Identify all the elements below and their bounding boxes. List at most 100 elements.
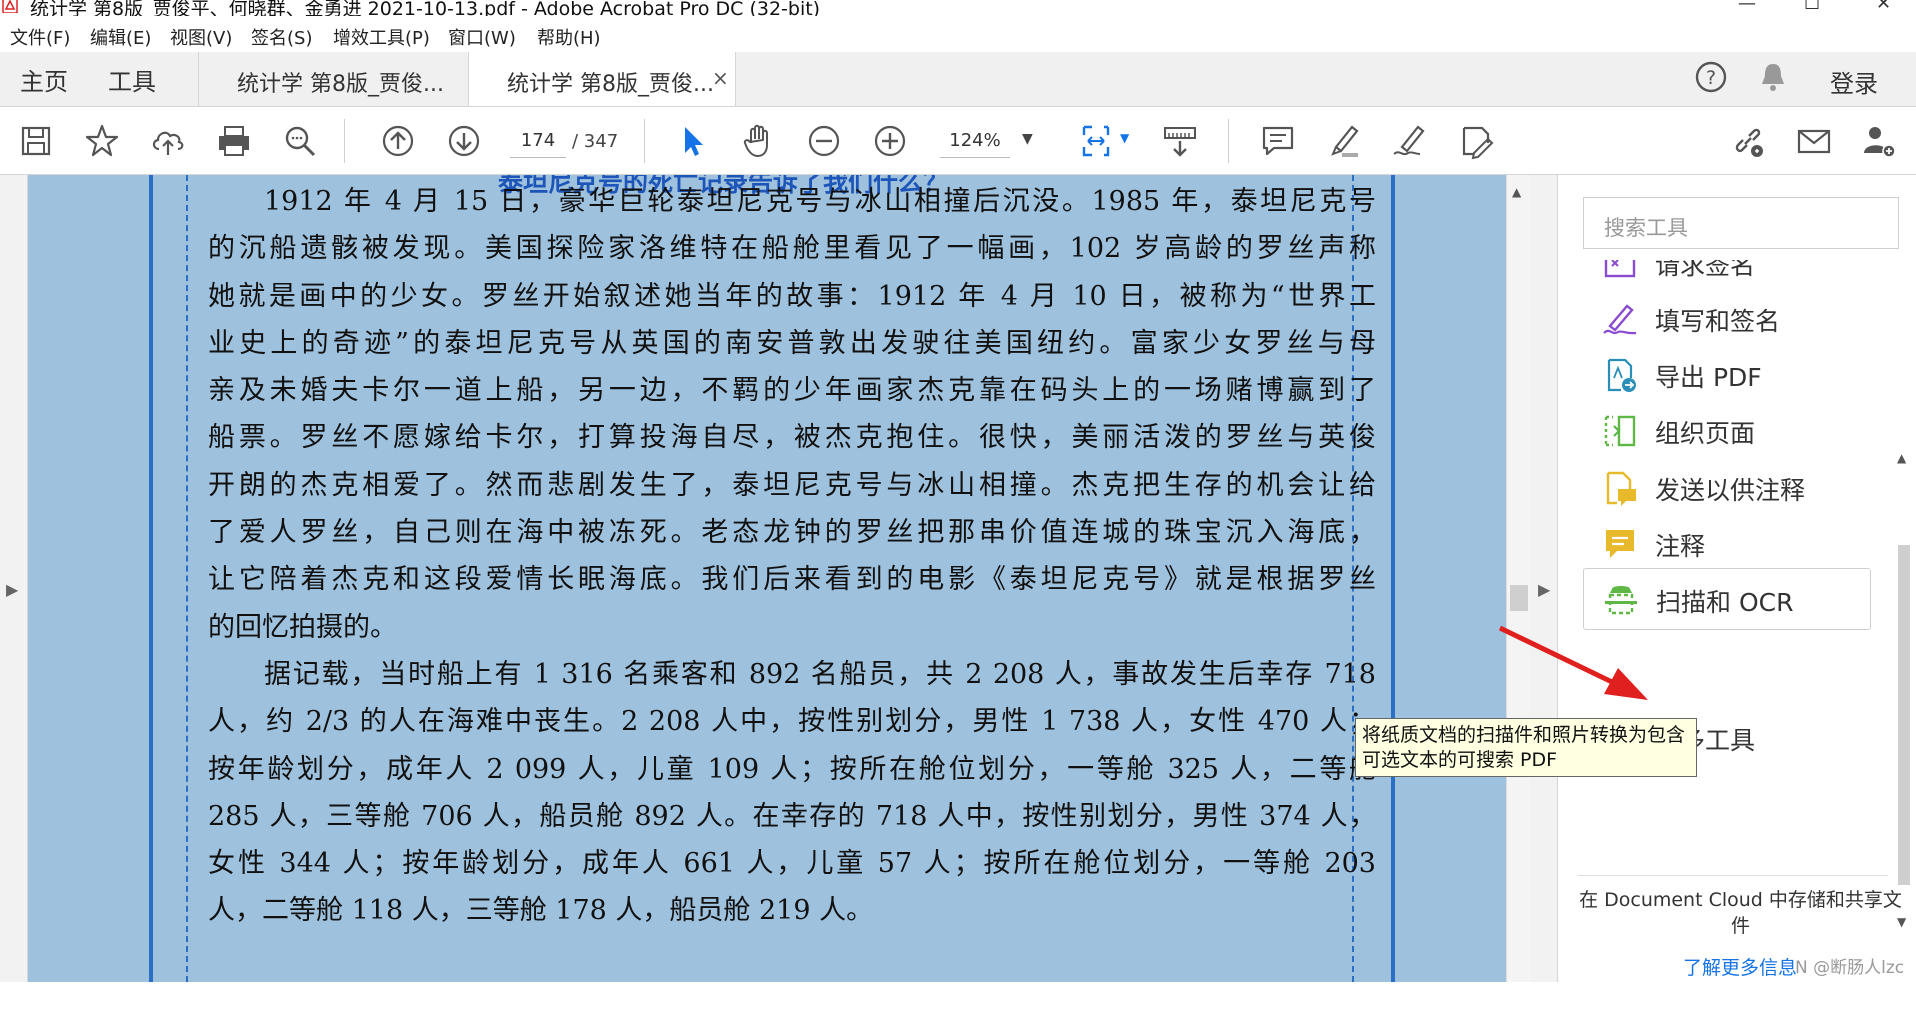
previous-page-icon[interactable] [378, 121, 418, 161]
comment-tool-icon[interactable] [1258, 121, 1298, 161]
tool-export-pdf[interactable]: 导出 PDF [1583, 344, 1873, 406]
page-border-right [1391, 175, 1395, 982]
fit-page-icon[interactable] [1078, 121, 1118, 161]
pane-divider [1578, 875, 1888, 876]
help-icon[interactable]: ? [1694, 60, 1728, 94]
document-scrollbar[interactable]: ▲ [1506, 175, 1530, 982]
tool-organize-pages[interactable]: 组织页面 [1583, 400, 1873, 462]
organize-pages-icon [1604, 415, 1636, 447]
watermark: N @断肠人lzc [1795, 958, 1905, 978]
fill-sign-tool-icon[interactable] [1456, 121, 1496, 161]
tab-document-2-label: 统计学 第8版_贾俊... [507, 72, 714, 97]
menu-window[interactable]: 窗口(W) [448, 24, 516, 50]
menu-help[interactable]: 帮助(H) [537, 24, 601, 50]
tools-scrollbar-thumb[interactable] [1898, 545, 1910, 885]
tooltip-line: 将纸质文档的扫描件和照片转换为包含 [1362, 724, 1686, 746]
request-signature-icon [1604, 260, 1636, 278]
scrollbar-thumb[interactable] [1510, 585, 1528, 611]
login-button[interactable]: 登录 [1830, 64, 1878, 99]
fill-sign-icon [1603, 304, 1637, 335]
search-tools-input[interactable]: 搜索工具 [1583, 197, 1899, 249]
draw-freehand-icon[interactable] [1390, 121, 1430, 161]
tab-tools[interactable]: 工具 [108, 62, 156, 97]
close-window-button[interactable]: ✕ [1876, 0, 1891, 14]
right-panel-toggle[interactable]: ▶ [1530, 175, 1558, 982]
text-line: 了爱人罗丝，自己则在海中被冻死。老态龙钟的罗丝把那串价值连城的珠宝沉入海底， [208, 517, 1376, 549]
text-line: 人，二等舱 118 人，三等舱 178 人，船员舱 219 人。 [208, 895, 874, 927]
menu-view[interactable]: 视图(V) [170, 24, 232, 50]
tab-home[interactable]: 主页 [20, 62, 68, 97]
print-icon[interactable] [214, 121, 254, 161]
menu-edit[interactable]: 编辑(E) [90, 24, 151, 50]
text-line: 285 人，三等舱 706 人，船员舱 892 人。在幸存的 718 人中，按性… [208, 800, 1376, 832]
fit-dropdown-icon[interactable]: ▼ [1120, 131, 1129, 145]
page-number-input[interactable]: 174 [510, 125, 566, 158]
tab-close-icon[interactable]: × [712, 66, 729, 90]
comment-icon [1606, 530, 1634, 558]
text-line: 她就是画中的少女。罗丝开始叙述她当年的故事：1912 年 4 月 10 日，被称… [208, 280, 1376, 312]
bell-icon[interactable] [1758, 60, 1788, 94]
page-total: / 347 [572, 131, 619, 152]
text-line: 按年龄划分，成年人 2 099 人，儿童 109 人；按所在舱位划分，一等舱 3… [208, 753, 1376, 785]
tool-label: 扫描和 OCR [1656, 588, 1794, 617]
page-border-left [149, 175, 153, 982]
text-line: 亲及未婚夫卡尔一道上船，另一边，不羁的少年画家杰克靠在码头上的一场赌博赢到了 [208, 375, 1376, 407]
tab-bar: 主页 工具 统计学 第8版_贾俊... 统计学 第8版_贾俊... × ? 登录 [0, 52, 1916, 107]
text-line: 的沉船遗骸被发现。美国探险家洛维特在船舱里看见了一幅画，102 岁高龄的罗丝声称 [208, 233, 1376, 265]
acrobat-pdf-icon [2, 0, 18, 13]
email-icon[interactable] [1794, 121, 1834, 161]
document-view[interactable]: 泰坦尼克号的死亡记录告诉了我们什么？ 1912 年 4 月 15 日，豪华巨轮泰… [28, 175, 1506, 982]
scroll-up-icon[interactable]: ▲ [1512, 185, 1521, 199]
tab-document-1-label: 统计学 第8版_贾俊... [237, 72, 444, 97]
text-line: 船票。罗丝不愿嫁给卡尔，打算投海自尽，被杰克抱住。很快，美丽活泼的罗丝与英俊 [208, 422, 1376, 454]
zoom-out-icon[interactable] [804, 121, 844, 161]
text-line: 让它陪着杰克和这段爱情长眠海底。我们后来看到的电影《泰坦尼克号》就是根据罗丝 [208, 564, 1376, 596]
tools-list: 请求签名 填写和签名 导出 PDF 组织页面 发送以供注释 注释 扫描和 OCR [1558, 260, 1892, 890]
highlight-pen-icon[interactable] [1324, 121, 1364, 161]
toolbar-separator [344, 119, 345, 163]
tool-fill-sign[interactable]: 填写和签名 [1583, 288, 1873, 350]
zoom-dropdown-icon[interactable]: ▼ [1022, 131, 1033, 147]
tool-label: 导出 PDF [1655, 363, 1762, 392]
learn-more-link[interactable]: 了解更多信息 [1683, 953, 1797, 980]
menu-sign[interactable]: 签名(S) [251, 24, 312, 50]
add-user-icon[interactable] [1858, 121, 1898, 161]
zoom-search-icon[interactable] [280, 121, 320, 161]
text-line: 1912 年 4 月 15 日，豪华巨轮泰坦尼克号与冰山相撞后沉没。1985 年… [264, 186, 1376, 217]
collapse-right-icon[interactable]: ▶ [1538, 580, 1550, 599]
export-pdf-icon [1607, 358, 1636, 392]
zoom-level-input[interactable]: 124% [940, 125, 1010, 158]
tools-pane: 搜索工具 请求签名 填写和签名 导出 PDF 组织页面 发送以供注释 注释 扫描… [1558, 175, 1916, 982]
tab-document-1[interactable]: 统计学 第8版_贾俊... [198, 52, 468, 106]
text-line: 业史上的奇迹”的泰坦尼克号从英国的南安普敦出发驶往美国纽约。富家少女罗丝与母 [208, 327, 1376, 359]
window-title: 统计学 第8版_贾俊平、何晓群、金勇进 2021-10-13.pdf - Ado… [30, 0, 821, 16]
select-cursor-icon[interactable] [672, 121, 712, 161]
body-text: 1912 年 4 月 15 日，豪华巨轮泰坦尼克号与冰山相撞后沉没。1985 年… [208, 178, 1376, 935]
upload-cloud-icon[interactable] [148, 121, 188, 161]
share-link-icon[interactable] [1728, 121, 1768, 161]
title-bar: 统计学 第8版_贾俊平、何晓群、金勇进 2021-10-13.pdf - Ado… [0, 0, 1916, 16]
next-page-icon[interactable] [444, 121, 484, 161]
tool-scan-ocr[interactable]: 扫描和 OCR [1583, 568, 1871, 630]
tab-document-2[interactable]: 统计学 第8版_贾俊... × [468, 52, 736, 106]
text-line: 女性 344 人；按年龄划分，成年人 661 人，儿童 57 人；按所在舱位划分… [208, 848, 1376, 880]
scroll-mode-icon[interactable] [1160, 121, 1200, 161]
send-for-comments-icon [1606, 471, 1636, 506]
minimize-button[interactable]: — [1738, 0, 1756, 14]
save-icon[interactable] [16, 121, 56, 161]
tools-scroll-up-icon[interactable]: ▲ [1897, 451, 1906, 465]
maximize-button[interactable]: ☐ [1804, 0, 1820, 14]
menu-plugins[interactable]: 增效工具(P) [333, 24, 430, 50]
menu-file[interactable]: 文件(F) [10, 24, 70, 50]
tool-send-for-comments[interactable]: 发送以供注释 [1583, 457, 1873, 519]
zoom-in-icon[interactable] [870, 121, 910, 161]
hand-tool-icon[interactable] [738, 121, 778, 161]
tool-label: 注释 [1655, 532, 1706, 561]
bookmark-star-icon[interactable] [82, 121, 122, 161]
left-panel-toggle[interactable]: ▶ [0, 175, 28, 982]
text-line: 据记载，当时船上有 1 316 名乘客和 892 名船员，共 2 208 人，事… [264, 658, 1376, 690]
text-line: 开朗的杰克相爱了。然而悲剧发生了，泰坦尼克号与冰山相撞。杰克把生存的机会让给 [208, 469, 1376, 501]
tool-comment[interactable]: 注释 [1583, 513, 1873, 575]
expand-left-icon[interactable]: ▶ [6, 580, 18, 599]
text-line: 人，约 2/3 的人在海难中丧生。2 208 人中，按性别划分，男性 1 738… [208, 706, 1376, 738]
